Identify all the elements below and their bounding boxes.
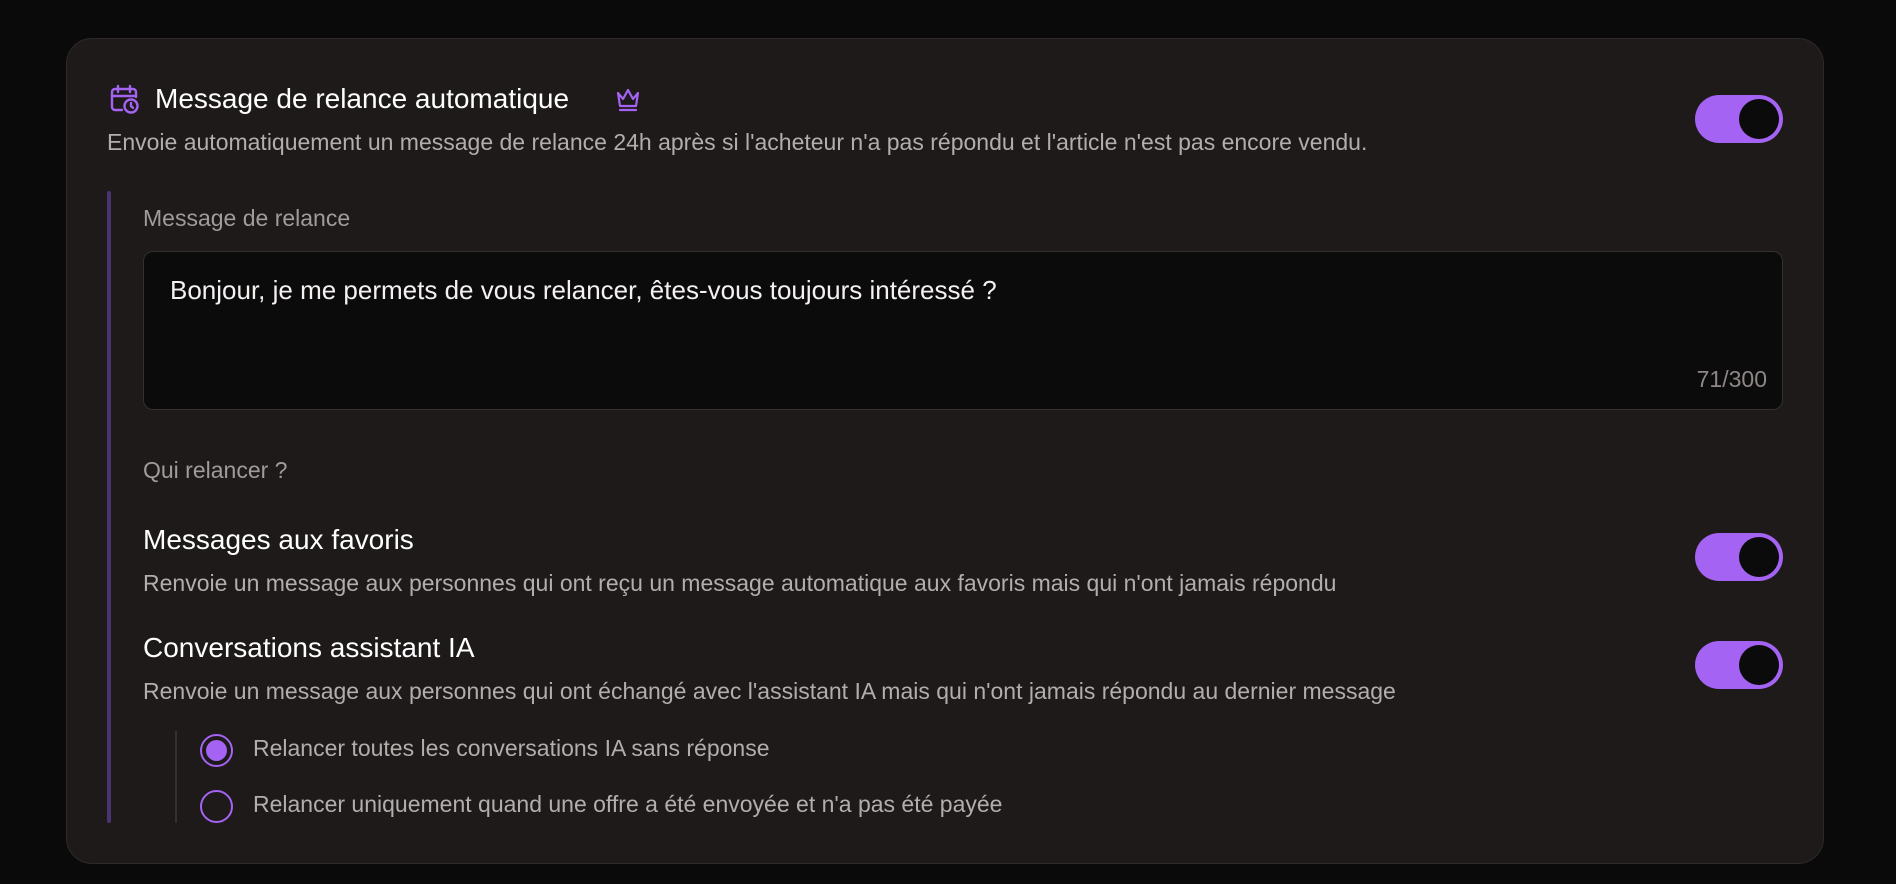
targets-label: Qui relancer ? xyxy=(143,457,288,483)
reminder-message-textarea[interactable]: Bonjour, je me permets de vous relancer,… xyxy=(143,251,1783,410)
toggle-knob xyxy=(1739,537,1779,577)
crown-icon xyxy=(616,88,640,112)
section-title: Message de relance automatique xyxy=(155,83,570,114)
message-label: Message de relance xyxy=(143,205,351,231)
char-counter: 71/300 xyxy=(1696,366,1767,392)
nested-settings-rail xyxy=(107,191,111,823)
favorites-toggle[interactable] xyxy=(1695,533,1783,581)
radio-all-ai-conversations[interactable] xyxy=(200,734,233,767)
section-description: Envoie automatiquement un message de rel… xyxy=(107,129,1368,155)
auto-reminder-toggle[interactable] xyxy=(1695,95,1783,143)
ai-conversations-toggle[interactable] xyxy=(1695,641,1783,689)
favorites-option-title: Messages aux favoris xyxy=(143,524,414,555)
ai-mode-rail xyxy=(175,731,177,823)
favorites-option-description: Renvoie un message aux personnes qui ont… xyxy=(143,570,1337,596)
radio-unpaid-offers-only[interactable] xyxy=(200,790,233,823)
toggle-knob xyxy=(1739,99,1779,139)
calendar-clock-icon xyxy=(110,84,139,114)
ai-conversations-option-description: Renvoie un message aux personnes qui ont… xyxy=(143,678,1396,704)
reminder-message-text[interactable]: Bonjour, je me permets de vous relancer,… xyxy=(170,274,997,306)
ai-conversations-option-title: Conversations assistant IA xyxy=(143,632,475,663)
radio-unpaid-offers-only-label[interactable]: Relancer uniquement quand une offre a ét… xyxy=(253,790,1002,818)
radio-all-ai-conversations-label[interactable]: Relancer toutes les conversations IA san… xyxy=(253,734,770,762)
toggle-knob xyxy=(1739,645,1779,685)
